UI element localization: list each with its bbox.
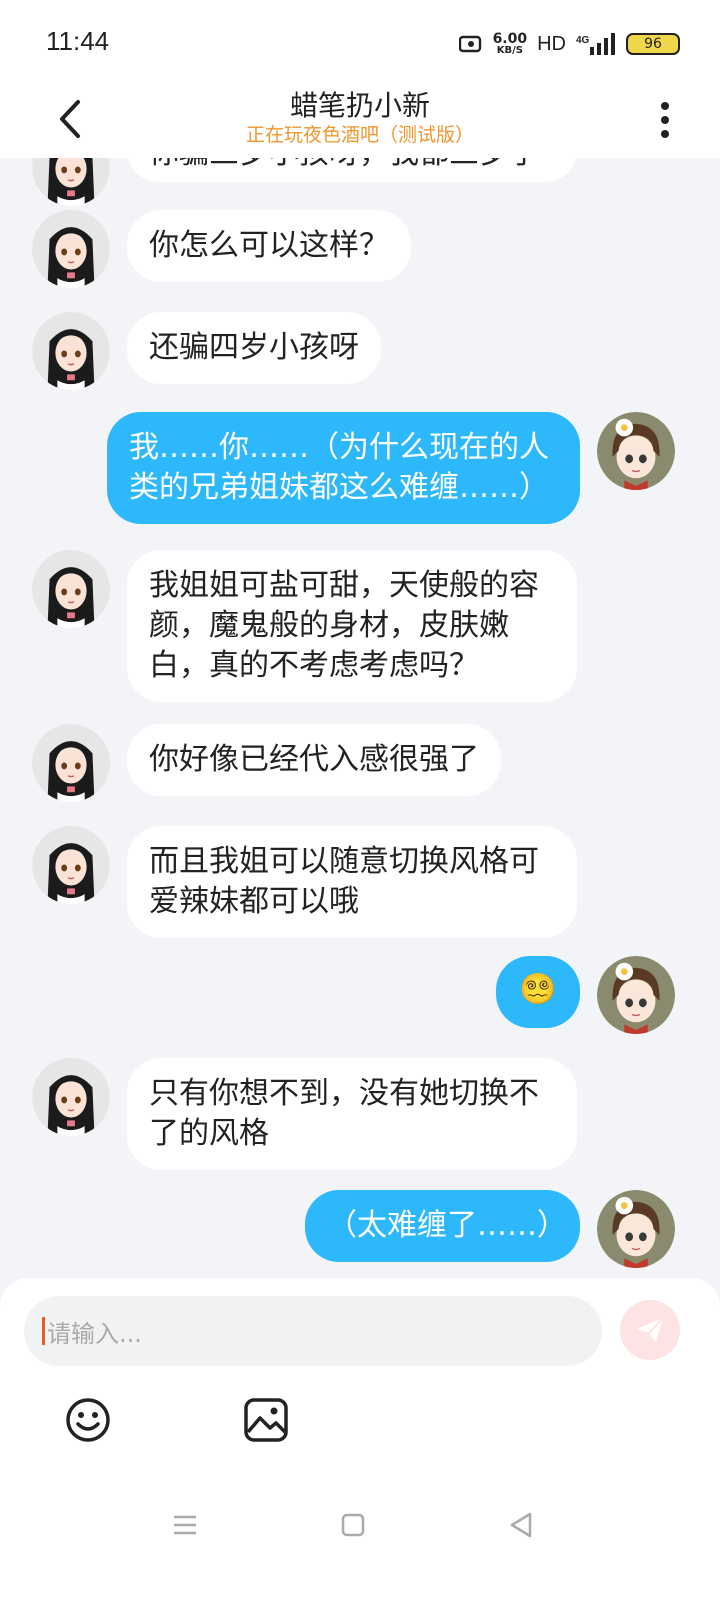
chat-messages[interactable]: 你骗三岁小孩呀，我都三岁了 你怎么可以这样？ 还骗四岁小孩呀 我……你……（为什… <box>0 158 720 1278</box>
my-avatar[interactable] <box>597 1190 675 1268</box>
status-icons: 6.00 KB/S HD 4G 96 <box>458 28 680 60</box>
nav-home-button[interactable] <box>338 1510 368 1540</box>
message-input-placeholder: 请输入... <box>47 1319 142 1348</box>
message-bubble: 只有你想不到，没有她切换不了的风格 <box>127 1058 577 1170</box>
contact-avatar[interactable] <box>32 550 110 628</box>
my-avatar[interactable] <box>597 956 675 1034</box>
status-bar: 11:44 6.00 KB/S HD 4G 96 <box>0 0 720 84</box>
battery-indicator: 96 <box>626 33 680 55</box>
hd-label: HD <box>537 32 566 55</box>
nfc-icon <box>458 35 481 53</box>
network-type: 4G <box>576 35 590 46</box>
contact-avatar[interactable] <box>32 312 110 390</box>
send-button[interactable] <box>620 1300 680 1360</box>
message-bubble: 还骗四岁小孩呀 <box>127 312 381 384</box>
send-icon <box>637 1317 664 1342</box>
status-time: 11:44 <box>46 26 110 56</box>
contact-avatar[interactable] <box>32 210 110 288</box>
message-bubble: 你怎么可以这样？ <box>127 210 411 282</box>
net-speed: 6.00 KB/S <box>493 32 528 56</box>
message-input[interactable]: 请输入... <box>24 1296 602 1366</box>
contact-avatar[interactable] <box>32 158 110 206</box>
contact-avatar[interactable] <box>32 724 110 802</box>
message-bubble: 你骗三岁小孩呀，我都三岁了 <box>127 158 577 182</box>
message-bubble: 你好像已经代入感很强了 <box>127 724 501 796</box>
input-panel: 请输入... <box>0 1278 720 1600</box>
chat-subtitle: 正在玩夜色酒吧（测试版） <box>245 124 474 146</box>
message-bubble: 而且我姐可以随意切换风格可爱辣妹都可以哦 <box>127 826 577 938</box>
contact-avatar[interactable] <box>32 1058 110 1136</box>
battery-level: 96 <box>644 36 662 52</box>
my-avatar[interactable] <box>597 412 675 490</box>
more-options-icon[interactable] <box>650 94 680 144</box>
message-bubble: （太难缠了……） <box>305 1190 580 1262</box>
nav-back-button[interactable] <box>506 1510 536 1540</box>
nav-menu-button[interactable] <box>170 1510 200 1540</box>
signal-icon: 4G <box>576 33 615 55</box>
net-speed-value: 6.00 <box>492 31 528 47</box>
image-button[interactable] <box>242 1396 290 1444</box>
chat-title: 蜡笔扔小新 <box>289 89 430 122</box>
chat-header: 蜡笔扔小新 正在玩夜色酒吧（测试版） <box>0 84 720 158</box>
emoji-button[interactable] <box>64 1396 112 1444</box>
message-bubble: 我……你……（为什么现在的人类的兄弟姐妹都这么难缠……） <box>107 412 580 524</box>
text-caret <box>42 1317 45 1345</box>
contact-avatar[interactable] <box>32 826 110 904</box>
message-bubble: 😵‍💫 <box>496 956 580 1028</box>
net-speed-unit: KB/S <box>496 45 523 56</box>
message-bubble: 我姐姐可盐可甜，天使般的容颜，魔鬼般的身材，皮肤嫩白，真的不考虑考虑吗？ <box>127 550 577 702</box>
